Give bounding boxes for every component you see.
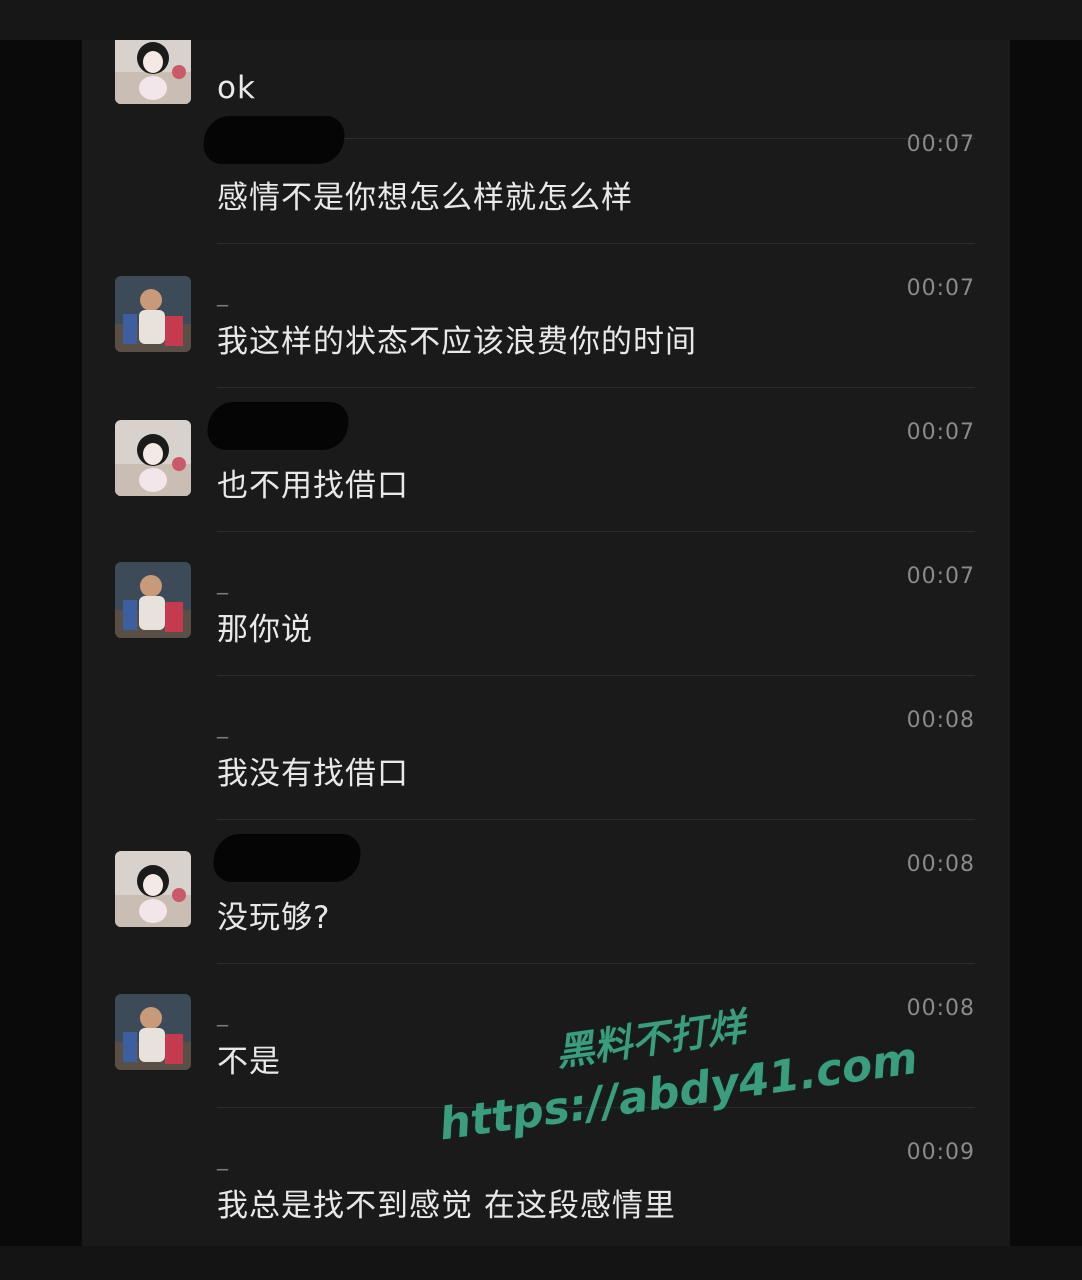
chat-message[interactable]: _ 00:07 那你说 — [82, 532, 1010, 676]
message-text: 我总是找不到感觉 在这段感情里 — [217, 1188, 676, 1224]
redacted-name — [210, 834, 364, 882]
sender-name: _ — [217, 570, 228, 595]
redacted-name — [200, 116, 348, 164]
sender-name: _ — [217, 1146, 228, 1171]
message-time: 00:08 — [906, 852, 975, 877]
message-text: 感情不是你想怎么样就怎么样 — [217, 180, 633, 216]
guy-avatar[interactable] — [115, 562, 191, 638]
message-text: 没玩够? — [217, 900, 331, 936]
bottom-bar — [0, 1246, 1082, 1280]
message-text: 也不用找借口 — [217, 468, 409, 504]
sender-name: _ — [217, 282, 228, 307]
message-time: 00:08 — [906, 996, 975, 1021]
message-time: 00:09 — [906, 1140, 975, 1165]
sender-name: _ — [217, 1002, 228, 1027]
guy-avatar[interactable] — [115, 276, 191, 352]
message-time: 00:07 — [906, 132, 975, 157]
chat-message[interactable]: _ 00:08 我没有找借口 — [82, 676, 1010, 820]
girl-avatar[interactable] — [115, 40, 191, 104]
girl-avatar[interactable] — [115, 420, 191, 496]
message-time: 00:08 — [906, 708, 975, 733]
chat-message[interactable]: _ 00:07 我这样的状态不应该浪费你的时间 — [82, 244, 1010, 388]
message-time: 00:07 — [906, 276, 975, 301]
message-time: 00:07 — [906, 420, 975, 445]
message-time: 00:07 — [906, 564, 975, 589]
status-bar — [0, 0, 1082, 40]
chat-message[interactable]: 00:08 没玩够? — [82, 820, 1010, 964]
message-text: 那你说 — [217, 612, 313, 648]
sender-name: _ — [217, 714, 228, 739]
message-text: 我没有找借口 — [217, 756, 409, 792]
chat-message[interactable]: 00:07 也不用找借口 — [82, 388, 1010, 532]
chat-message[interactable]: 00:07 感情不是你想怎么样就怎么样 — [82, 100, 1010, 244]
guy-avatar[interactable] — [115, 994, 191, 1070]
message-text: 我这样的状态不应该浪费你的时间 — [217, 324, 697, 360]
redacted-name — [204, 402, 352, 450]
girl-avatar[interactable] — [115, 851, 191, 927]
message-text: 不是 — [217, 1044, 281, 1080]
